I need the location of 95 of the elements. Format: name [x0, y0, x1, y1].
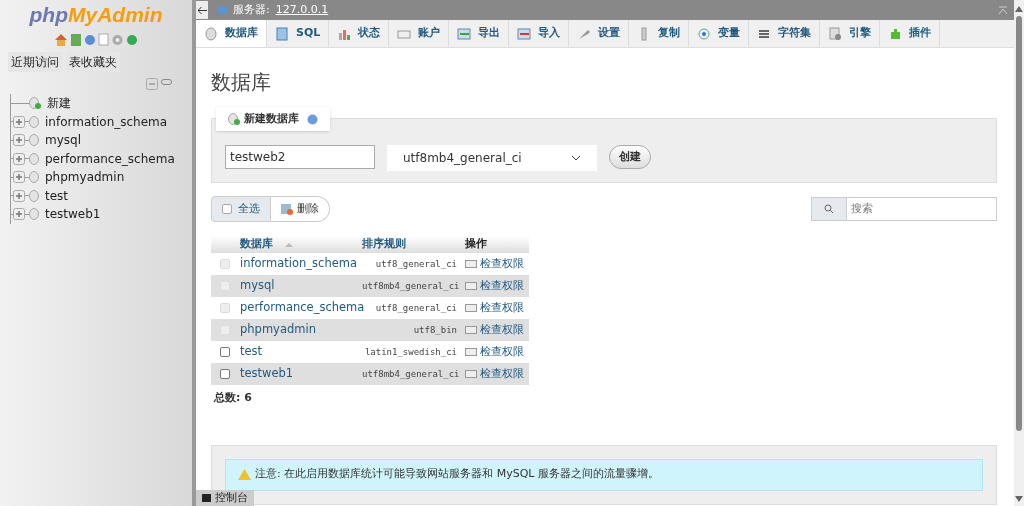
nav-tab[interactable]: 复制: [629, 20, 690, 47]
expand-icon[interactable]: [13, 115, 25, 128]
check-privileges-link[interactable]: 检查权限: [480, 365, 524, 383]
expand-icon[interactable]: [13, 171, 25, 183]
collapse-icon[interactable]: [146, 78, 158, 90]
collation-cell: utf8_bin: [413, 324, 457, 335]
delete-icon: [281, 203, 293, 215]
collation-cell: utf8mb4_general_ci: [362, 368, 460, 379]
collation-cell: utf8_general_ci: [375, 258, 457, 269]
database-icon: [29, 134, 39, 147]
expand-icon[interactable]: [13, 189, 25, 202]
database-icon: [29, 115, 39, 128]
database-icon: [29, 171, 39, 184]
sql-icon: [275, 26, 289, 41]
new-database-icon: [228, 113, 240, 125]
column-header[interactable]: 数据库: [240, 236, 273, 253]
nav-tab[interactable]: 引擎: [820, 20, 881, 47]
tree-item[interactable]: mysql: [45, 131, 81, 150]
expand-icon[interactable]: [13, 208, 25, 220]
nav-tab[interactable]: 导出: [449, 20, 510, 47]
collation-cell: utf8mb4_general_ci: [362, 280, 460, 291]
select-all-button[interactable]: 全选: [211, 196, 271, 222]
check-privileges-link[interactable]: 检查权限: [480, 343, 524, 361]
help-icon[interactable]: [84, 33, 96, 46]
privileges-icon: [465, 370, 477, 378]
chevron-down-icon: [571, 155, 581, 161]
tree-item[interactable]: information_schema: [45, 112, 168, 131]
expand-icon[interactable]: [13, 134, 25, 146]
database-icon: [29, 152, 39, 165]
warning-icon: [238, 469, 251, 480]
delete-button[interactable]: 删除: [271, 196, 330, 222]
logo[interactable]: phpMyAdmin: [0, 1, 192, 29]
home-icon[interactable]: [54, 33, 68, 46]
database-icon: [29, 208, 39, 221]
row-checkbox[interactable]: [220, 369, 230, 379]
nav-tab[interactable]: 导入: [509, 20, 570, 47]
help-icon[interactable]: [307, 113, 318, 125]
nav-tab[interactable]: 字符集: [749, 20, 821, 47]
collation-cell: latin1_swedish_ci: [364, 346, 457, 357]
collation-select[interactable]: utf8mb4_general_ci: [387, 145, 597, 171]
engine-icon: [828, 26, 843, 41]
tree-item[interactable]: testweb1: [45, 205, 101, 224]
link-icon[interactable]: [161, 78, 172, 86]
page-title: 数据库: [211, 69, 272, 96]
expand-icon[interactable]: [13, 152, 25, 165]
database-link[interactable]: test: [240, 344, 263, 359]
sort-icon: [285, 242, 293, 247]
collation-cell: utf8_general_ci: [375, 302, 457, 313]
nav-tab[interactable]: SQL: [267, 20, 330, 47]
database-link[interactable]: testweb1: [240, 366, 294, 381]
breadcrumb-server-link[interactable]: 127.0.0.1: [275, 1, 329, 19]
scroll-down-icon[interactable]: [1015, 496, 1023, 502]
tree-item[interactable]: test: [45, 186, 69, 205]
legend-text: 新建数据库: [244, 110, 299, 127]
nav-tab[interactable]: 变量: [689, 20, 750, 47]
console-icon: [202, 494, 211, 502]
total-count: 总数: 6: [214, 390, 253, 406]
privileges-icon: [465, 326, 477, 334]
notice-text: 注意: 在此启用数据库统计可能导致网站服务器和 MySQL 服务器之间的流量骤增。: [255, 466, 659, 483]
privileges-icon: [465, 282, 477, 290]
scroll-up-icon[interactable]: [1015, 6, 1023, 12]
plugin-icon: [888, 26, 903, 41]
column-header: 操作: [465, 236, 487, 253]
create-button[interactable]: 创建: [609, 145, 651, 169]
tree-item[interactable]: 新建: [47, 94, 71, 113]
privileges-icon: [465, 260, 477, 268]
scrollbar[interactable]: [1014, 0, 1024, 506]
search-button[interactable]: [811, 197, 847, 221]
nav-tab[interactable]: 账户: [389, 20, 450, 47]
database-name-input[interactable]: testweb2: [225, 145, 375, 169]
tree-item[interactable]: phpmyadmin: [45, 168, 125, 187]
collapse-top-icon[interactable]: [998, 5, 1008, 15]
nav-tab[interactable]: 插件: [880, 20, 941, 47]
nav-tab[interactable]: 数据库: [196, 20, 267, 47]
server-icon: [218, 4, 230, 16]
export-icon: [457, 26, 472, 41]
search-icon: [824, 204, 834, 214]
console-button[interactable]: 控制台: [196, 490, 254, 506]
nav-tab[interactable]: 状态: [329, 20, 390, 47]
tree-item[interactable]: performance_schema: [45, 149, 175, 168]
sidebar-tab[interactable]: 近期访问: [8, 52, 62, 72]
column-header[interactable]: 排序规则: [362, 236, 406, 253]
privileges-icon: [465, 348, 477, 356]
db-icon: [204, 26, 218, 41]
document-icon[interactable]: [98, 33, 109, 46]
sidebar-tab[interactable]: 表收藏夹: [66, 52, 120, 72]
database-icon: [29, 189, 39, 202]
search-field[interactable]: 搜索: [847, 197, 997, 221]
nav-tab[interactable]: 设置: [569, 20, 630, 47]
settings-icon[interactable]: [111, 33, 124, 46]
privileges-icon: [465, 304, 477, 312]
row-checkbox[interactable]: [220, 347, 230, 357]
new-database-icon: [29, 97, 41, 110]
import-icon: [517, 26, 532, 41]
breadcrumb-label: 服务器:: [233, 1, 270, 18]
